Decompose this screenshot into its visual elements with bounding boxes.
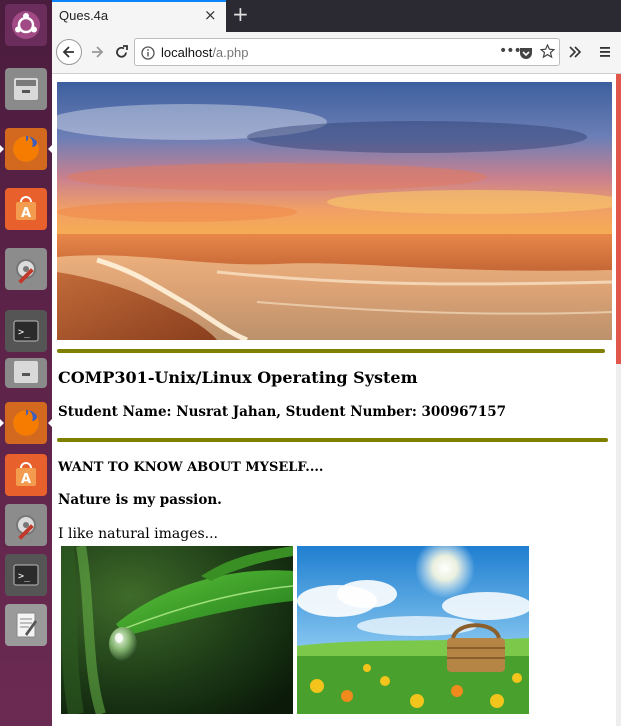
software-center-icon[interactable]: A xyxy=(5,188,47,230)
course-heading: COMP301-Unix/Linux Operating System xyxy=(58,368,418,387)
picnic-basket-field-image xyxy=(297,546,529,714)
terminal-icon[interactable]: >_ xyxy=(5,554,47,596)
files-icon[interactable] xyxy=(5,68,47,110)
horizontal-rule xyxy=(57,349,605,353)
close-icon[interactable]: × xyxy=(204,6,217,24)
horizontal-rule xyxy=(57,438,608,442)
page-content: COMP301-Unix/Linux Operating System Stud… xyxy=(52,74,621,726)
bookmark-star-icon[interactable] xyxy=(539,43,556,63)
scrollbar[interactable] xyxy=(616,74,621,726)
tab-title: Ques.4a xyxy=(59,8,109,23)
leaf-water-drop-image xyxy=(61,546,293,714)
system-settings-icon[interactable] xyxy=(5,248,47,290)
reload-icon[interactable] xyxy=(108,39,134,65)
files-icon[interactable] xyxy=(5,358,47,388)
navigation-toolbar: localhost/a.php ••• xyxy=(52,32,621,74)
tab-ques4a[interactable]: Ques.4a × xyxy=(52,0,226,32)
system-settings-icon[interactable] xyxy=(5,504,47,546)
url-text: localhost/a.php xyxy=(161,45,248,60)
info-icon[interactable] xyxy=(141,45,155,64)
overflow-icon[interactable] xyxy=(562,39,588,65)
tab-bar: Ques.4a × + xyxy=(52,0,621,32)
svg-text:>_: >_ xyxy=(18,327,31,338)
menu-icon[interactable] xyxy=(592,39,618,65)
url-path: /a.php xyxy=(212,45,249,60)
url-bar[interactable]: localhost/a.php ••• xyxy=(134,38,560,66)
software-center-icon[interactable]: A xyxy=(5,454,47,496)
beach-sunset-image xyxy=(57,82,612,340)
text-editor-icon[interactable] xyxy=(5,604,47,646)
about-heading: WANT TO KNOW ABOUT MYSELF.... xyxy=(58,460,324,475)
firefox-icon[interactable] xyxy=(0,402,52,444)
back-icon[interactable] xyxy=(56,39,82,65)
page-actions-icon[interactable]: ••• xyxy=(499,43,522,59)
terminal-icon[interactable]: >_ xyxy=(5,310,47,352)
pocket-icon[interactable] xyxy=(519,45,533,64)
intro-text: I like natural images... xyxy=(58,526,219,542)
svg-text:A: A xyxy=(21,206,31,221)
svg-text:>_: >_ xyxy=(18,571,31,582)
scrollbar-thumb[interactable] xyxy=(616,74,621,364)
student-heading: Student Name: Nusrat Jahan, Student Numb… xyxy=(58,404,507,420)
ubuntu-launcher: A >_ A >_ xyxy=(0,0,52,726)
new-tab-button[interactable]: + xyxy=(232,2,249,26)
forward-icon[interactable] xyxy=(84,39,110,65)
firefox-icon[interactable] xyxy=(0,128,52,170)
svg-text:A: A xyxy=(21,472,31,487)
ubuntu-dash-icon[interactable] xyxy=(5,4,47,46)
passion-heading: Nature is my passion. xyxy=(58,492,222,508)
url-host: localhost xyxy=(161,45,213,60)
